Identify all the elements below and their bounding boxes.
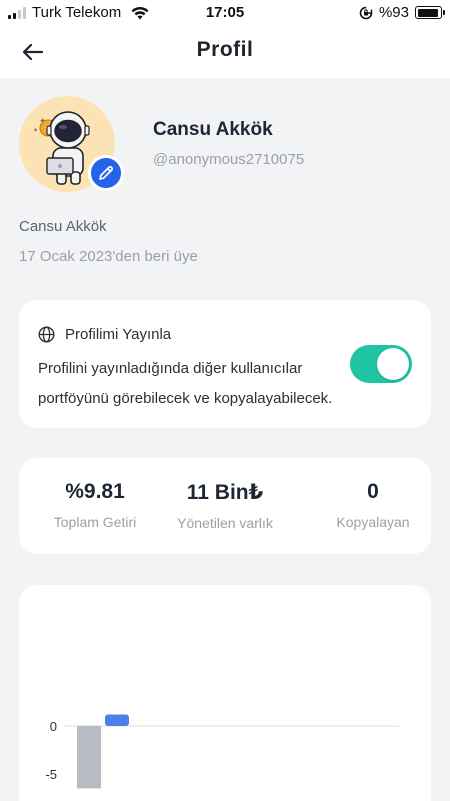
chart-tick-label: 0 <box>50 719 57 734</box>
publish-profile-toggle[interactable] <box>350 345 412 383</box>
profile-full-name: Cansu Akkök <box>19 218 107 235</box>
stats-card: %9.81 Toplam Getiri 11 Bin₺ Yönetilen va… <box>19 458 431 554</box>
publish-profile-card: Profilimi Yayınla Profilini yayınladığın… <box>19 300 431 428</box>
chart-bar <box>77 726 101 789</box>
toggle-knob <box>377 348 409 380</box>
stat-copiers: 0 Kopyalayan <box>303 480 443 530</box>
stat-label: Kopyalayan <box>336 514 410 530</box>
stat-managed-assets: 11 Bin₺ Yönetilen varlık <box>155 480 295 531</box>
profile-username: @anonymous2710075 <box>153 151 305 168</box>
publish-profile-title: Profilimi Yayınla <box>65 326 172 343</box>
app-header: Profil <box>0 26 450 78</box>
stat-value: %9.81 <box>65 480 125 503</box>
status-right: %93 <box>359 4 445 21</box>
battery-percent: %93 <box>378 4 409 21</box>
profile-display-name: Cansu Akkök <box>153 119 273 140</box>
performance-chart-card: 0 -5 <box>19 585 431 801</box>
publish-profile-description: Profilini yayınladığında diğer kullanıcı… <box>38 360 333 407</box>
stat-value: 11 Bin₺ <box>186 481 264 504</box>
globe-icon <box>38 326 55 343</box>
svg-text:✦: ✦ <box>33 127 38 134</box>
chart-bar <box>105 714 129 726</box>
battery-icon <box>415 6 445 19</box>
chart-tick-label: -5 <box>45 767 57 782</box>
page-title: Profil <box>196 38 254 61</box>
performance-chart: 0 -5 <box>45 714 399 789</box>
stat-label: Toplam Getiri <box>53 514 137 530</box>
member-since-text: 17 Ocak 2023'den beri üye <box>19 248 198 265</box>
edit-profile-button[interactable] <box>88 155 124 191</box>
rotation-lock-icon <box>359 6 373 19</box>
stat-value: 0 <box>367 480 379 503</box>
stat-total-return: %9.81 Toplam Getiri <box>25 480 165 530</box>
battery-fill <box>417 8 438 17</box>
stat-label: Yönetilen varlık <box>177 515 273 531</box>
status-bar: Turk Telekom 17:05 %93 <box>0 0 450 26</box>
pencil-icon <box>99 165 114 180</box>
